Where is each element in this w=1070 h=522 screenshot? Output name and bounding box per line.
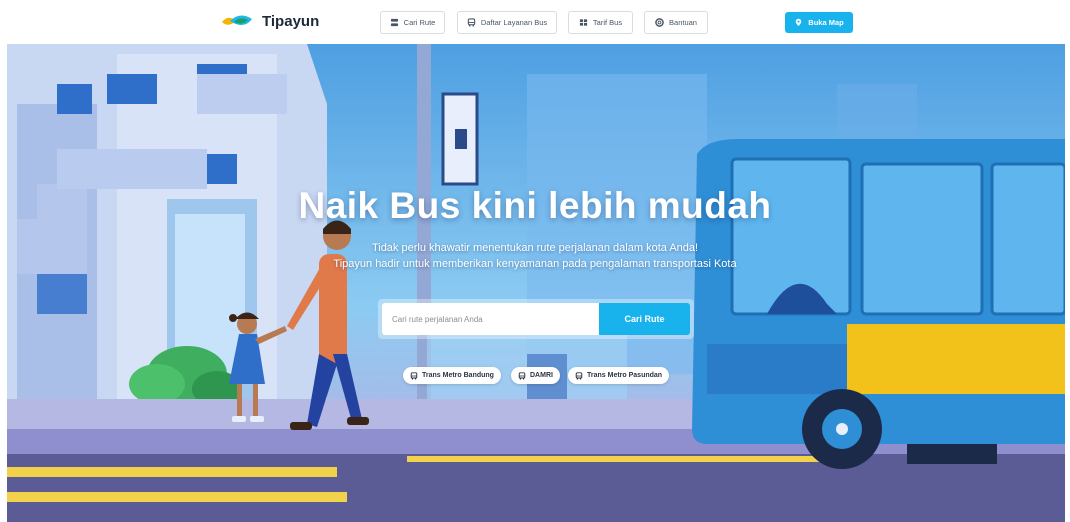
brand-name: Tipayun xyxy=(262,12,320,30)
nav-daftar-layanan-bus-button[interactable]: Daftar Layanan Bus xyxy=(457,11,557,34)
nav-label: Bantuan xyxy=(669,18,697,27)
nav-label: Cari Rute xyxy=(403,18,436,27)
bus-icon xyxy=(518,371,526,380)
service-chip-label: DAMRI xyxy=(530,372,553,379)
route-search-input[interactable] xyxy=(382,303,600,335)
nav-label: Tarif Bus xyxy=(592,18,623,27)
brand[interactable]: Tipayun xyxy=(220,12,319,30)
hero-section xyxy=(7,44,1065,522)
open-map-button[interactable]: Buka Map xyxy=(785,12,853,33)
fare-icon xyxy=(579,19,588,26)
brand-logo-icon xyxy=(222,15,252,26)
nav-bantuan-button[interactable]: Bantuan xyxy=(644,11,708,34)
map-pin-icon xyxy=(796,18,802,27)
search-route-button[interactable]: Cari Rute xyxy=(599,303,690,335)
hero-subtitle-line2: Tipayun hadir untuk memberikan kenyamana… xyxy=(333,258,737,270)
top-navbar: Tipayun Cari Rute Daftar Layanan Bus Tar… xyxy=(0,0,1070,44)
bus-icon xyxy=(575,371,583,380)
service-chip-trans-metro-pasundan[interactable]: Trans Metro Pasundan xyxy=(568,367,670,384)
hero-subtitle-line1: Tidak perlu khawatir menentukan rute per… xyxy=(371,242,699,254)
bus-icon xyxy=(467,18,476,27)
service-chip-damri[interactable]: DAMRI xyxy=(511,367,560,384)
nav-label: Daftar Layanan Bus xyxy=(480,18,548,27)
hero-illustration xyxy=(7,44,1065,522)
hero-title: Naik Bus kini lebih mudah xyxy=(298,185,772,226)
route-icon xyxy=(390,18,398,27)
help-icon xyxy=(655,18,664,27)
bus-icon xyxy=(410,371,418,380)
route-search-box: Cari Rute xyxy=(378,299,694,339)
nav-tarif-bus-button[interactable]: Tarif Bus xyxy=(568,11,633,34)
service-chip-label: Trans Metro Bandung xyxy=(422,372,494,379)
service-chip-trans-metro-bandung[interactable]: Trans Metro Bandung xyxy=(403,367,501,384)
open-map-label: Buka Map xyxy=(808,18,844,27)
service-chip-label: Trans Metro Pasundan xyxy=(587,372,663,379)
nav-cari-rute-button[interactable]: Cari Rute xyxy=(380,11,445,34)
